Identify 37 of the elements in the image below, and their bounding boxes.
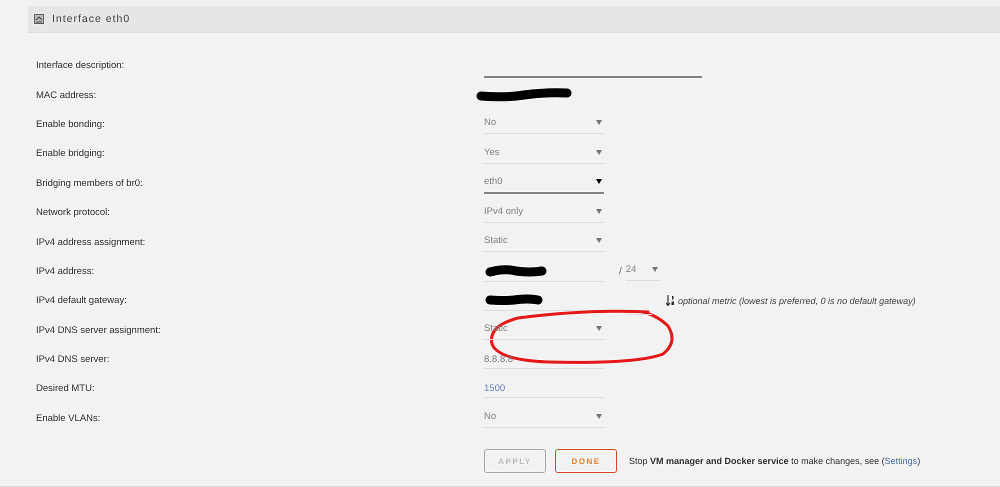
caret-icon [652, 267, 658, 272]
field-label: Enable bonding: [35, 118, 106, 130]
field-label: MAC address: [35, 90, 98, 101]
field-label: Interface description: [35, 60, 126, 72]
done-button[interactable]: DONE [555, 449, 617, 474]
field-label: IPv4 DNS server: [35, 354, 110, 366]
caret-icon [596, 150, 602, 155]
caret-icon [596, 414, 602, 420]
field-label: IPv4 default gateway: [35, 295, 128, 306]
metric-hint: optional metric (lowest is preferred, 0 is no default gateway) [678, 296, 916, 306]
dropdown[interactable]: Yes [484, 144, 604, 164]
caret-icon [596, 238, 602, 244]
dropdown[interactable]: 24 [626, 261, 660, 282]
sort-icon [666, 295, 675, 306]
caret-icon [596, 326, 602, 332]
caret-icon [596, 120, 602, 126]
field-label: IPv4 DNS server assignment: [35, 324, 162, 336]
field-label: Enable VLANs: [35, 412, 102, 424]
notice-text: Stop VM manager and Docker service to make changes, see (Settings) [629, 456, 920, 466]
field-label: IPv4 address: [35, 266, 96, 277]
field-label: Network protocol: [35, 207, 111, 218]
dropdown[interactable]: Static [484, 232, 604, 252]
caret-icon [596, 178, 602, 184]
dropdown[interactable]: No [484, 408, 604, 428]
field-label: Enable bridging: [35, 148, 106, 160]
network-icon [34, 14, 44, 24]
dropdown[interactable]: eth0 [484, 172, 604, 194]
field-label: Desired MTU: [35, 383, 96, 394]
input-field[interactable]: 8.8.8.8 [484, 350, 604, 369]
dropdown[interactable]: IPv4 only [484, 202, 604, 223]
dropdown[interactable]: No [484, 114, 604, 134]
separator: / [619, 266, 622, 277]
settings-link[interactable]: Settings [884, 456, 918, 466]
panel-title: Interface eth0 [52, 13, 130, 25]
field-label: Bridging members of br0: [35, 178, 144, 189]
caret-icon [596, 208, 602, 214]
field-label: IPv4 address assignment: [35, 236, 146, 248]
